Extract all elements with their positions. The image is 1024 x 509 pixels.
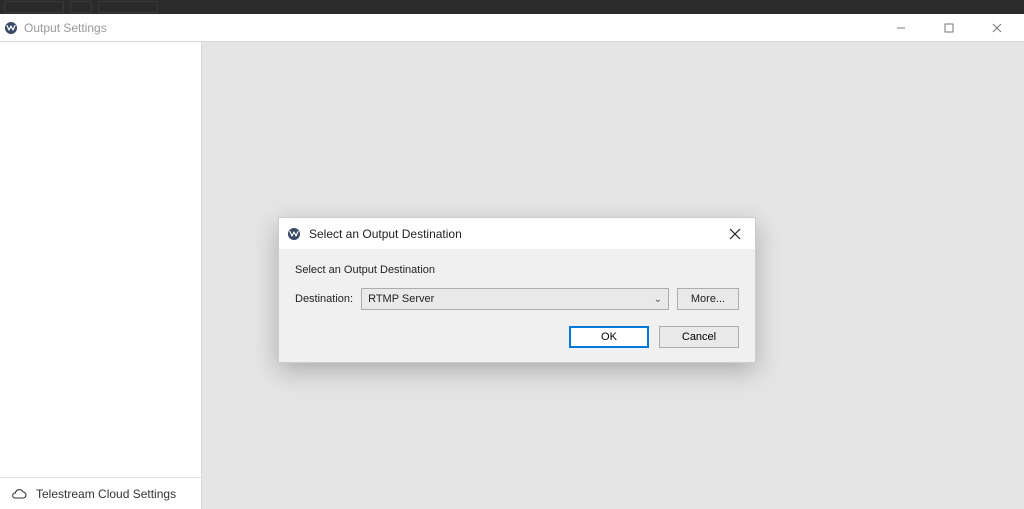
ok-button-label: OK (601, 331, 617, 343)
topbar-segment (70, 1, 92, 13)
maximize-button[interactable] (934, 18, 964, 38)
minimize-button[interactable] (886, 18, 916, 38)
dialog-title: Select an Output Destination (309, 227, 462, 241)
dialog-close-button[interactable] (723, 222, 747, 246)
chevron-down-icon: ⌄ (654, 294, 662, 305)
destination-selected-value: RTMP Server (368, 293, 434, 305)
main-content-area: Select an Output Destination Select an O… (202, 42, 1024, 509)
sidebar: Telestream Cloud Settings (0, 42, 202, 509)
wirecast-icon (287, 227, 301, 241)
close-button[interactable] (982, 18, 1012, 38)
ok-button[interactable]: OK (569, 326, 649, 348)
dialog-prompt: Select an Output Destination (295, 264, 739, 276)
cloud-icon (10, 488, 28, 500)
select-output-destination-dialog: Select an Output Destination Select an O… (278, 217, 756, 363)
window-title: Output Settings (24, 21, 107, 35)
destination-label: Destination: (295, 293, 353, 305)
more-button-label: More... (691, 293, 725, 305)
telestream-cloud-settings-button[interactable]: Telestream Cloud Settings (0, 477, 201, 509)
cancel-button-label: Cancel (682, 331, 716, 343)
more-button[interactable]: More... (677, 288, 739, 310)
topbar-segment (98, 1, 158, 13)
dialog-titlebar: Select an Output Destination (279, 218, 755, 250)
wirecast-icon (4, 21, 18, 35)
telestream-cloud-settings-label: Telestream Cloud Settings (36, 487, 176, 501)
sidebar-empty-area (0, 42, 201, 477)
application-topbar (0, 0, 1024, 14)
cancel-button[interactable]: Cancel (659, 326, 739, 348)
window-titlebar: Output Settings (0, 14, 1024, 42)
destination-select[interactable]: RTMP Server ⌄ (361, 288, 669, 310)
topbar-segment (4, 1, 64, 13)
